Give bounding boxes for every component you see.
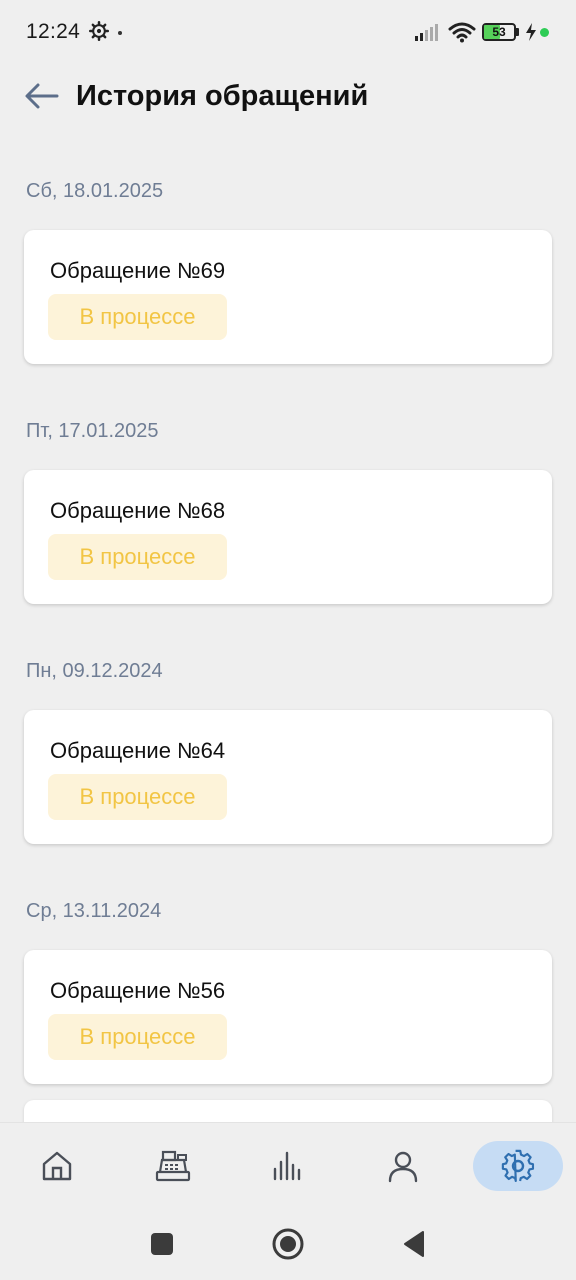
arrow-left-icon — [25, 83, 59, 109]
date-label: Сб, 18.01.2025 — [26, 180, 164, 202]
request-group: Пн, 09.12.2024 Обращение №64 В процессе — [0, 610, 576, 850]
cash-register-icon — [155, 1150, 191, 1182]
back-system-button[interactable] — [394, 1224, 434, 1264]
page-title: История обращений — [76, 80, 369, 112]
status-badge: В процессе — [48, 1014, 227, 1060]
request-title: Обращение №64 — [50, 738, 226, 763]
home-button[interactable] — [268, 1224, 308, 1264]
request-title: Обращение №69 — [50, 258, 226, 283]
screen: 12:24 53 История обращений Сб, 18.01.202… — [0, 0, 576, 1280]
status-text: В процессе — [79, 784, 196, 809]
date-label: Пн, 09.12.2024 — [26, 660, 163, 682]
request-card[interactable]: Обращение №69 В процессе — [24, 230, 552, 364]
nav-profile[interactable] — [358, 1141, 448, 1191]
request-title: Обращение №56 — [50, 978, 226, 1003]
nav-home[interactable] — [12, 1141, 102, 1191]
wifi-icon — [448, 22, 476, 43]
status-badge: В процессе — [48, 534, 227, 580]
request-card[interactable]: Обращение №68 В процессе — [24, 470, 552, 604]
request-card[interactable]: Обращение №64 В процессе — [24, 710, 552, 844]
request-group: Сб, 18.01.2025 Обращение №69 В процессе — [0, 130, 576, 370]
status-text: В процессе — [79, 1024, 196, 1049]
gear-icon — [89, 21, 109, 41]
recents-button[interactable] — [142, 1224, 182, 1264]
user-icon — [388, 1151, 418, 1183]
date-label: Пт, 17.01.2025 — [26, 420, 159, 442]
bar-chart-icon — [273, 1151, 301, 1181]
nav-settings[interactable] — [473, 1141, 563, 1191]
nav-statistics[interactable] — [243, 1141, 333, 1191]
back-button[interactable] — [20, 76, 64, 116]
request-group: Пт, 17.01.2025 Обращение №68 В процессе — [0, 370, 576, 610]
date-label: Ср, 13.11.2024 — [26, 900, 162, 922]
recents-square-icon — [151, 1233, 173, 1255]
app-header: История обращений — [0, 64, 576, 130]
status-text: В процессе — [79, 304, 196, 329]
bottom-nav — [0, 1122, 576, 1208]
charging-bolt-icon — [526, 23, 536, 41]
status-badge: В процессе — [48, 294, 227, 340]
status-bar: 12:24 53 — [0, 0, 576, 64]
home-circle-icon — [272, 1228, 304, 1260]
system-nav-bar — [0, 1208, 576, 1280]
request-group: Ср, 13.11.2024 Обращение №56 В процессе — [0, 850, 576, 1090]
back-triangle-icon — [404, 1231, 424, 1257]
request-card[interactable]: Обращение №56 В процессе — [24, 950, 552, 1084]
status-text: В процессе — [79, 544, 196, 569]
nav-cash-register[interactable] — [128, 1141, 218, 1191]
notification-dot — [118, 31, 122, 35]
requests-list: Сб, 18.01.2025 Обращение №69 В процессе … — [0, 130, 576, 1090]
battery-level: 53 — [492, 25, 506, 39]
status-badge: В процессе — [48, 774, 227, 820]
request-title: Обращение №68 — [50, 498, 226, 523]
battery-icon: 53 — [482, 22, 520, 42]
status-time: 12:24 — [26, 20, 81, 43]
signal-icon — [415, 24, 438, 41]
active-indicator-dot — [540, 28, 549, 37]
settings-gear-icon — [501, 1149, 535, 1183]
home-icon — [42, 1151, 72, 1181]
